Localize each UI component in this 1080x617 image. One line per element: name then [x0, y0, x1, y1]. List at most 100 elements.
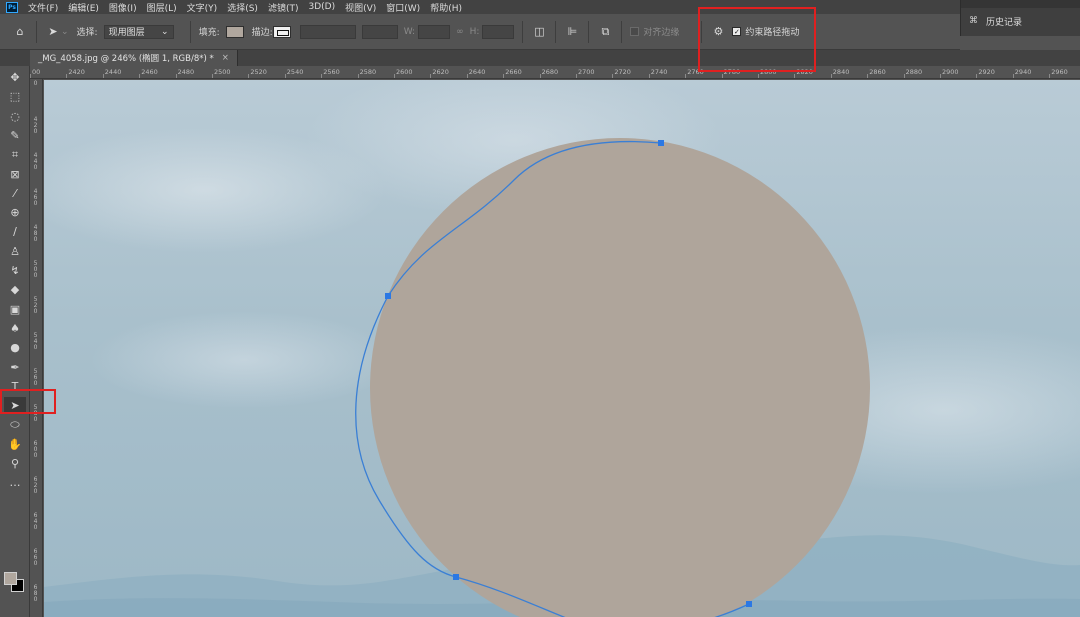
- menu-view[interactable]: 视图(V): [345, 1, 376, 14]
- clone-stamp-tool[interactable]: ♙: [4, 243, 26, 260]
- ellipse-tool[interactable]: ⬭: [4, 416, 26, 433]
- ruler-tick-label: 2480: [177, 68, 195, 76]
- ruler-tick-label: 2580: [359, 68, 377, 76]
- ruler-tick-label: 440: [33, 152, 38, 171]
- ruler-tick-mark: [867, 74, 869, 78]
- menu-select[interactable]: 选择(S): [227, 1, 258, 14]
- divider: [555, 20, 557, 43]
- options-bar: ⌂ ➤ ⌄ 选择: 现用图层 ⌄ 填充: 描边: W: ∞ H: ◫ ⊫ ⧉ 对…: [0, 14, 960, 50]
- ruler-tick-mark: [175, 74, 177, 78]
- vertical-ruler[interactable]: 0420440460480500520540560580600620640660…: [30, 79, 43, 617]
- document-tab[interactable]: _MG_4058.jpg @ 246% (椭圆 1, RGB/8*) * ×: [30, 50, 238, 66]
- annotation-highlight-direct-selection: [0, 389, 56, 414]
- history-brush-tool[interactable]: ↯: [4, 262, 26, 279]
- stroke-color-swatch[interactable]: [272, 25, 291, 38]
- menu-filter[interactable]: 滤镜(T): [268, 1, 299, 14]
- frame-tool[interactable]: ⊠: [4, 166, 26, 183]
- foreground-color-swatch[interactable]: [4, 572, 17, 585]
- width-field[interactable]: [418, 24, 451, 39]
- ruler-tick-mark: [648, 74, 650, 78]
- menu-type[interactable]: 文字(Y): [187, 1, 218, 14]
- select-layer-value: 现用图层: [108, 28, 145, 38]
- ruler-tick-mark: [102, 74, 104, 78]
- link-icon[interactable]: ∞: [456, 27, 464, 37]
- brush-tool[interactable]: ∕: [4, 223, 26, 240]
- ruler-tick-label: 2420: [68, 68, 85, 76]
- menu-image[interactable]: 图像(I): [109, 1, 137, 14]
- ruler-tick-mark: [30, 74, 31, 78]
- ellipse-shape-layer[interactable]: [44, 80, 1080, 617]
- ruler-tick-label: 2920: [978, 68, 995, 76]
- annotation-highlight-constrain-path: [698, 7, 816, 72]
- width-label: W:: [403, 26, 416, 37]
- marquee-tool[interactable]: ⬚: [4, 88, 26, 105]
- horizontal-ruler[interactable]: 00 2420 2440 2460 2480 2500 2520 2540 2560 2580 26…: [30, 66, 1080, 79]
- close-icon[interactable]: ×: [222, 53, 229, 63]
- anchor-point-bottom-left[interactable]: [453, 574, 459, 580]
- more-tools[interactable]: …: [4, 474, 26, 491]
- menu-bar: Ps 文件(F) 编辑(E) 图像(I) 图层(L) 文字(Y) 选择(S) 滤…: [0, 0, 1080, 14]
- document-canvas[interactable]: [44, 80, 1080, 617]
- menu-file[interactable]: 文件(F): [28, 1, 58, 14]
- ellipse-fill[interactable]: [370, 138, 870, 617]
- ruler-tick-mark: [539, 74, 541, 78]
- hand-tool[interactable]: ✋: [4, 436, 26, 453]
- anchor-point-bottom-right[interactable]: [746, 601, 752, 607]
- stroke-width-field[interactable]: [299, 24, 356, 39]
- ruler-tick-label: 2840: [832, 68, 850, 76]
- quick-select-tool[interactable]: ✎: [4, 127, 26, 144]
- height-label: H:: [469, 26, 480, 37]
- ruler-tick-label: 540: [33, 332, 38, 351]
- menu-edit[interactable]: 编辑(E): [68, 1, 99, 14]
- eyedropper-tool[interactable]: ⁄: [4, 185, 26, 202]
- ruler-tick-label: 560: [33, 368, 38, 387]
- menu-window[interactable]: 窗口(W): [386, 1, 420, 14]
- move-tool[interactable]: ✥: [4, 69, 26, 86]
- chevron-down-icon[interactable]: ⌄: [61, 27, 69, 37]
- zoom-tool[interactable]: ⚲: [4, 455, 26, 472]
- ruler-tick-mark: [248, 74, 250, 78]
- align-edges-checkbox[interactable]: [630, 27, 640, 36]
- dodge-tool[interactable]: ●: [4, 339, 26, 356]
- ruler-tick-label: 2540: [286, 68, 304, 76]
- pen-tool[interactable]: ✒: [4, 359, 26, 376]
- blur-tool[interactable]: ♠: [4, 320, 26, 337]
- height-field[interactable]: [482, 24, 515, 39]
- stroke-type-dropdown[interactable]: [361, 24, 398, 39]
- ruler-tick-label: 2720: [614, 68, 631, 76]
- menu-help[interactable]: 帮助(H): [430, 1, 462, 14]
- home-icon[interactable]: ⌂: [12, 24, 28, 40]
- anchor-point-left[interactable]: [385, 293, 391, 299]
- ruler-tick-label: 680: [33, 584, 38, 603]
- anchor-point-top[interactable]: [658, 140, 664, 146]
- align-edges-label: 对齐边缘: [643, 28, 680, 38]
- ruler-tick-label: 2500: [214, 68, 231, 76]
- ruler-tick-mark: [466, 74, 468, 78]
- menu-3d[interactable]: 3D(D): [308, 2, 335, 12]
- tool-preset-picker[interactable]: ➤: [45, 24, 61, 40]
- ruler-tick-label: 2440: [104, 68, 122, 76]
- path-alignment-icon[interactable]: ⊫: [564, 24, 580, 40]
- ruler-tick-label: 660: [33, 548, 38, 567]
- document-tab-bar: _MG_4058.jpg @ 246% (椭圆 1, RGB/8*) * ×: [0, 50, 1080, 66]
- ruler-tick-label: 2600: [396, 68, 413, 76]
- healing-brush-tool[interactable]: ⊕: [4, 204, 26, 221]
- ruler-tick-label: 520: [33, 296, 38, 315]
- path-operations-icon[interactable]: ◫: [531, 24, 547, 40]
- photoshop-logo-icon: Ps: [6, 1, 18, 13]
- ruler-tick-label: 00: [32, 68, 41, 76]
- ruler-tick-mark: [685, 74, 687, 78]
- eraser-tool[interactable]: ◆: [4, 281, 26, 298]
- crop-tool[interactable]: ⌗: [4, 146, 26, 163]
- gradient-tool[interactable]: ▣: [4, 301, 26, 318]
- ruler-tick-mark: [321, 74, 323, 78]
- path-arrangement-icon[interactable]: ⧉: [597, 24, 613, 40]
- ruler-tick-mark: [357, 74, 359, 78]
- lasso-tool[interactable]: ◌: [4, 108, 26, 125]
- ruler-tick-label: 2900: [942, 68, 959, 76]
- ruler-tick-label: 0: [33, 80, 38, 87]
- history-panel-tab[interactable]: ⌘ 历史记录: [961, 8, 1080, 34]
- menu-layer[interactable]: 图层(L): [147, 1, 177, 14]
- fill-color-swatch[interactable]: [225, 25, 244, 38]
- select-layer-dropdown[interactable]: 现用图层 ⌄: [103, 24, 174, 39]
